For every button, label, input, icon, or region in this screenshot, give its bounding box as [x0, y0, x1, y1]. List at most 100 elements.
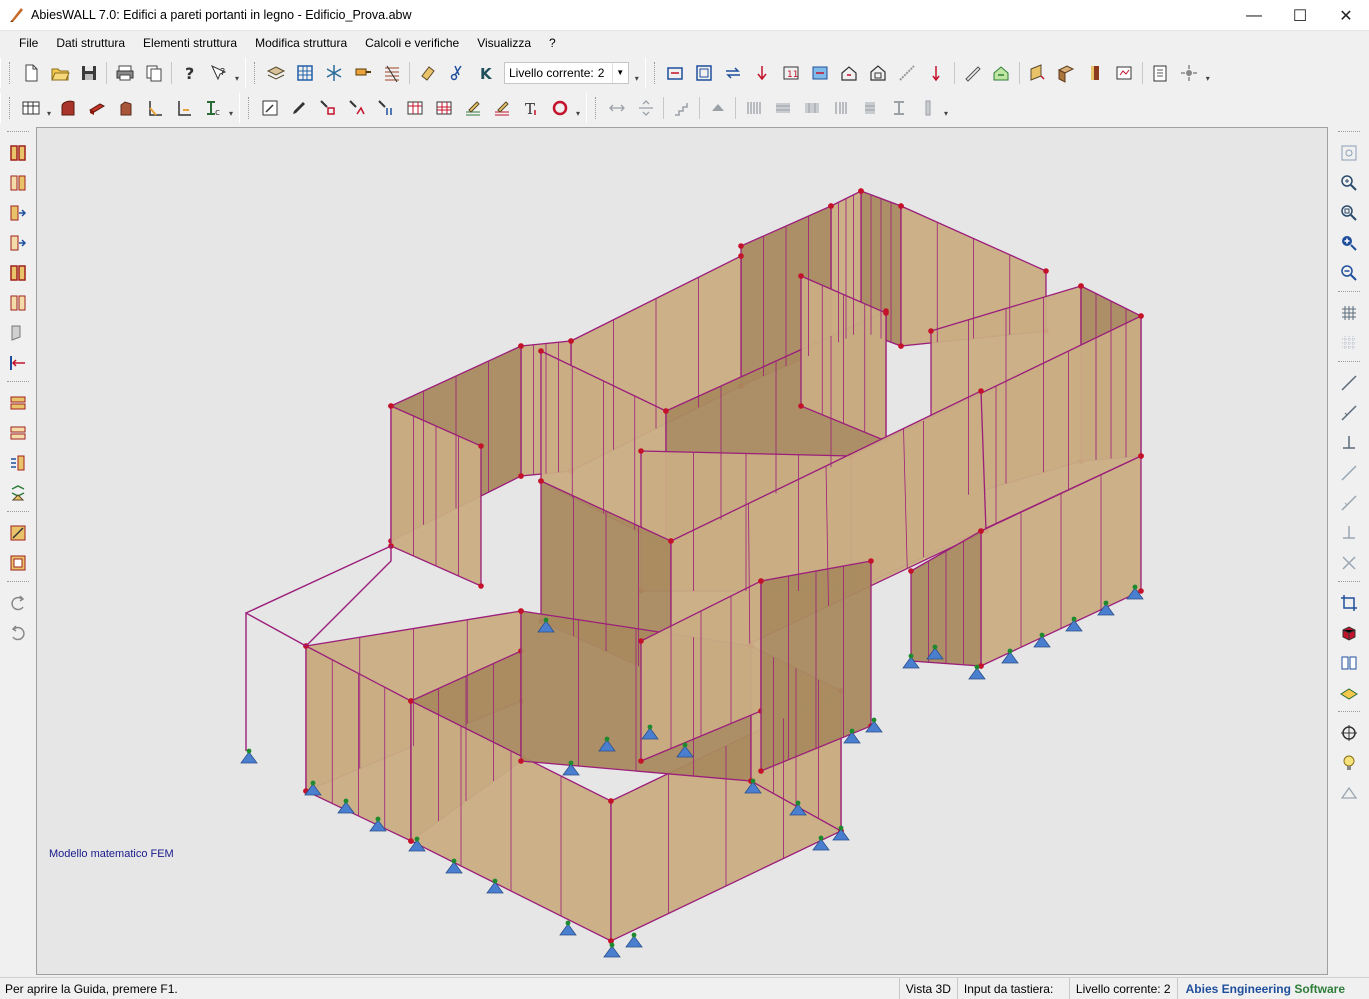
fem-node[interactable]	[631, 932, 637, 938]
fem-node[interactable]	[451, 858, 457, 864]
structure-3d-model[interactable]	[37, 128, 1327, 974]
floor-red-icon[interactable]	[82, 94, 111, 122]
fem-node[interactable]	[1138, 453, 1144, 459]
arrow-icon[interactable]	[922, 59, 951, 87]
zoom-window-icon[interactable]	[1334, 168, 1364, 198]
fem-node[interactable]	[1078, 283, 1084, 289]
fem-node[interactable]	[638, 758, 644, 764]
fem-node[interactable]	[898, 203, 904, 209]
menu-visualizza[interactable]: Visualizza	[468, 32, 540, 55]
fem-node[interactable]	[798, 403, 804, 409]
panel-icon[interactable]	[806, 59, 835, 87]
layers-icon[interactable]	[261, 59, 290, 87]
bars-3-icon[interactable]	[797, 94, 826, 122]
wall-arrow-icon[interactable]	[3, 198, 33, 228]
fem-node[interactable]	[818, 835, 824, 841]
hatch-icon[interactable]	[377, 59, 406, 87]
frame-2-icon[interactable]	[3, 548, 33, 578]
tool-icon[interactable]	[348, 59, 377, 87]
chevron-down-icon[interactable]: ▼	[611, 63, 628, 83]
fem-node[interactable]	[828, 203, 834, 209]
rotate-right-icon[interactable]	[3, 618, 33, 648]
dotted-grid-icon[interactable]	[1334, 328, 1364, 358]
pen-link-icon[interactable]	[342, 94, 371, 122]
text-icon[interactable]: T	[516, 94, 545, 122]
table-red-icon[interactable]	[400, 94, 429, 122]
dim-icon[interactable]	[1110, 59, 1139, 87]
fem-node[interactable]	[1103, 600, 1109, 606]
menu-help[interactable]: ?	[540, 32, 565, 55]
fem-node[interactable]	[608, 798, 614, 804]
fem-node[interactable]	[795, 800, 801, 806]
fem-node[interactable]	[604, 736, 610, 742]
fem-node[interactable]	[868, 558, 874, 564]
fem-node[interactable]	[849, 728, 855, 734]
wall-curved-icon[interactable]	[53, 94, 82, 122]
fem-node[interactable]	[518, 608, 524, 614]
post-icon[interactable]	[913, 94, 942, 122]
bars-2-icon[interactable]	[768, 94, 797, 122]
fem-node[interactable]	[932, 644, 938, 650]
level-selector[interactable]: Livello corrente: 2 ▼	[504, 62, 629, 84]
panel-frame-icon[interactable]	[690, 59, 719, 87]
snowflake-icon[interactable]	[319, 59, 348, 87]
wall-5-icon[interactable]	[3, 318, 33, 348]
fem-node[interactable]	[858, 188, 864, 194]
bars-4-icon[interactable]	[826, 94, 855, 122]
frame-icon[interactable]	[661, 59, 690, 87]
table-2-icon[interactable]	[429, 94, 458, 122]
plane-icon[interactable]	[1334, 678, 1364, 708]
bulb-icon[interactable]	[1334, 748, 1364, 778]
fit-icon[interactable]	[1334, 138, 1364, 168]
cross-icon[interactable]	[1334, 548, 1364, 578]
fem-node[interactable]	[758, 578, 764, 584]
fem-node[interactable]	[738, 253, 744, 259]
menu-calcoli-verifiche[interactable]: Calcoli e verifiche	[356, 32, 468, 55]
close-button[interactable]: ✕	[1323, 0, 1369, 31]
wall-3d-icon[interactable]	[1023, 59, 1052, 87]
angle-2-icon[interactable]	[169, 94, 198, 122]
support-constraint[interactable]	[968, 667, 986, 680]
anchor-2-icon[interactable]	[1334, 518, 1364, 548]
fem-node[interactable]	[375, 816, 381, 822]
save-icon[interactable]	[74, 59, 103, 87]
settings-icon[interactable]	[1175, 59, 1204, 87]
report-icon[interactable]	[1146, 59, 1175, 87]
fem-node[interactable]	[898, 343, 904, 349]
column-icon[interactable]	[1081, 59, 1110, 87]
pen-icon[interactable]	[284, 94, 313, 122]
select-frame-icon[interactable]	[255, 94, 284, 122]
fem-node[interactable]	[978, 388, 984, 394]
new-file-icon[interactable]	[16, 59, 45, 87]
fem-node[interactable]	[568, 760, 574, 766]
support-constraint[interactable]	[240, 751, 258, 764]
eraser-icon[interactable]	[413, 59, 442, 87]
split-v-icon[interactable]	[631, 94, 660, 122]
light-icon[interactable]	[1334, 778, 1364, 808]
floor-icon[interactable]	[3, 388, 33, 418]
cube-icon[interactable]	[1334, 618, 1364, 648]
fem-node[interactable]	[1071, 616, 1077, 622]
support-constraint[interactable]	[603, 945, 621, 958]
support-icon[interactable]	[3, 478, 33, 508]
pencil-grid-2-icon[interactable]	[487, 94, 516, 122]
floor-2-icon[interactable]	[3, 418, 33, 448]
beam-icon[interactable]	[893, 59, 922, 87]
menu-file[interactable]: File	[10, 32, 47, 55]
span-icon[interactable]: 11	[777, 59, 806, 87]
model-viewport[interactable]: Modello matematico FEM	[36, 127, 1328, 975]
maximize-button[interactable]: ☐	[1277, 0, 1323, 31]
fem-node[interactable]	[343, 798, 349, 804]
line-2-icon[interactable]	[1334, 398, 1364, 428]
house-icon[interactable]	[835, 59, 864, 87]
pencil-grid-icon[interactable]	[458, 94, 487, 122]
grid-icon[interactable]	[290, 59, 319, 87]
wall-4-icon[interactable]	[3, 288, 33, 318]
fem-node[interactable]	[310, 780, 316, 786]
context-help-icon[interactable]: ?	[204, 59, 233, 87]
wall-red-icon[interactable]	[1052, 59, 1081, 87]
bars-icon[interactable]	[739, 94, 768, 122]
line-3-icon[interactable]	[1334, 458, 1364, 488]
fem-node[interactable]	[974, 664, 980, 670]
fem-node[interactable]	[1043, 268, 1049, 274]
